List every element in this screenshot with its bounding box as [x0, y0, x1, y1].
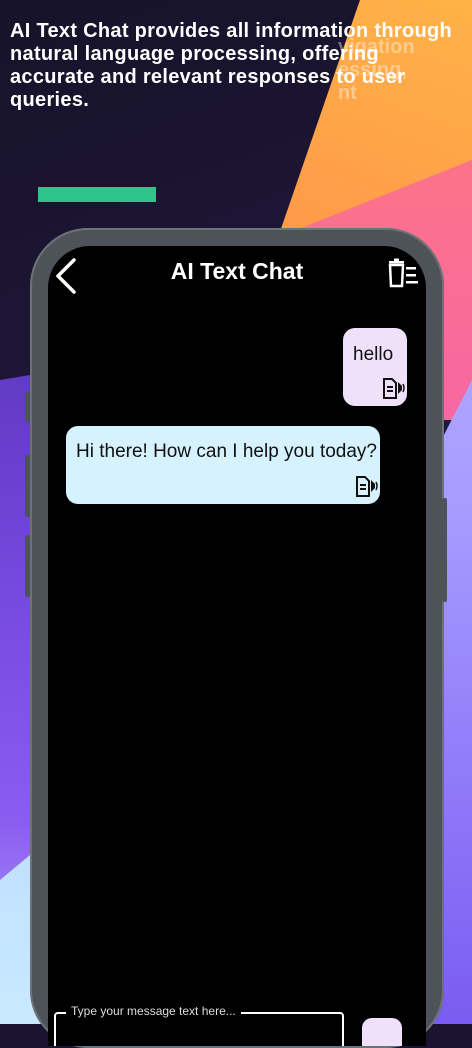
message-text: hello — [353, 344, 394, 365]
phone-side-button — [442, 498, 447, 602]
message-text: Hi there! How can I help you today? — [76, 441, 378, 462]
send-button[interactable] — [362, 1018, 402, 1046]
message-input-placeholder: Type your message text here... — [66, 1004, 241, 1018]
speak-button[interactable] — [354, 474, 378, 498]
message-bubble-user: hello — [343, 328, 407, 406]
phone-side-button — [25, 455, 30, 517]
speak-icon — [383, 378, 405, 399]
phone-screen: AI Text Chat hello Hi there! How can I h… — [48, 246, 426, 1046]
speak-icon — [356, 476, 378, 497]
clear-chat-button[interactable] — [386, 258, 420, 288]
page-title: AI Text Chat — [170, 258, 304, 284]
phone-side-button — [25, 392, 30, 422]
accent-bar — [38, 187, 156, 202]
app-header: AI Text Chat — [48, 246, 426, 304]
message-bubble-bot: Hi there! How can I help you today? — [66, 426, 380, 504]
trash-icon — [388, 258, 418, 288]
speak-button[interactable] — [381, 376, 405, 400]
promo-ghost-text: vigation essing, nt — [338, 36, 415, 104]
phone-side-button — [25, 535, 30, 597]
message-input[interactable]: Type your message text here... — [54, 1004, 344, 1046]
